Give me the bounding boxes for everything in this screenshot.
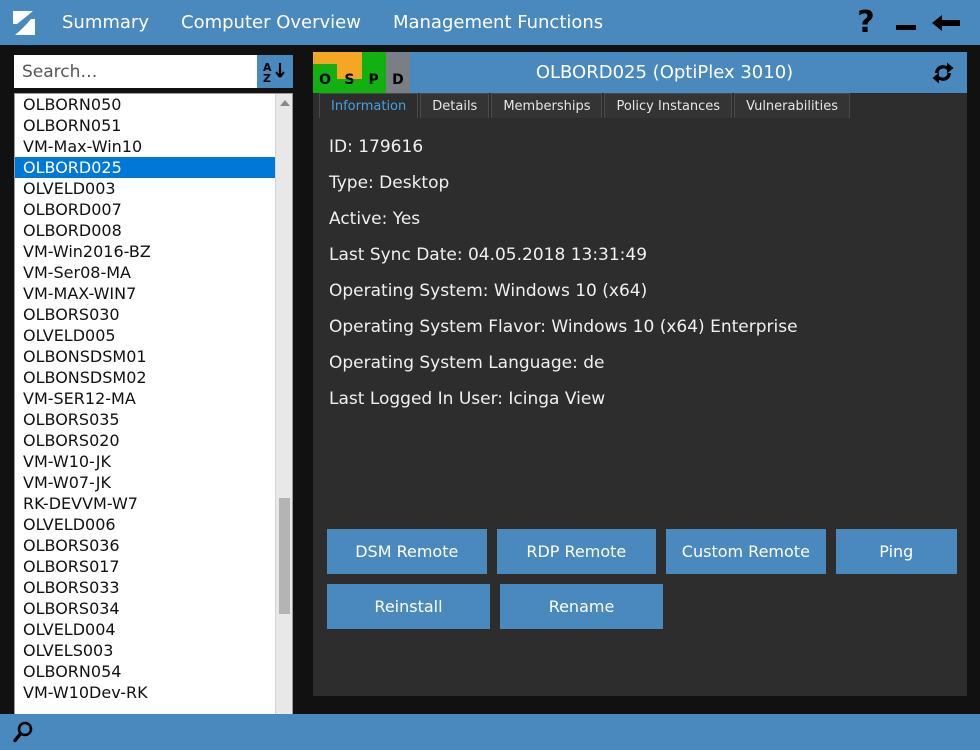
list-item[interactable]: OLBORS017	[15, 556, 277, 577]
dsm-remote-button[interactable]: DSM Remote	[327, 529, 487, 574]
list-item[interactable]: OLBONSDSM01	[15, 346, 277, 367]
search-icon	[13, 721, 33, 743]
menu-summary[interactable]: Summary	[48, 0, 165, 45]
computer-listbox[interactable]: OLBORN050 OLBORN051 VM-Max-Win10 OLBORD025 O…	[14, 93, 293, 741]
status-indicator-p: P	[361, 52, 386, 93]
list-item[interactable]: OLBONSDSM02	[15, 367, 277, 388]
sort-az-icon: A Z	[263, 61, 285, 84]
status-indicator-o: O	[313, 52, 338, 93]
status-search-button[interactable]	[12, 720, 36, 744]
list-item[interactable]: OLBORS035	[15, 409, 277, 430]
search-row: A Z	[14, 55, 293, 88]
top-menu-bar: Summary Computer Overview Management Fun…	[0, 0, 980, 45]
list-item[interactable]: VM-Ser08-MA	[15, 262, 277, 283]
scroll-up-arrow-icon[interactable]	[276, 94, 292, 111]
status-indicator-d: D	[385, 52, 410, 93]
custom-remote-button[interactable]: Custom Remote	[666, 529, 826, 574]
list-item[interactable]: OLBORN051	[15, 115, 277, 136]
info-line-6: Operating System Language: de	[329, 353, 605, 373]
window-controls: ?	[846, 0, 966, 45]
list-item[interactable]: OLBORN050	[15, 94, 277, 115]
panel-header: OSPD OLBORD025 (OptiPlex 3010)	[313, 52, 967, 93]
list-item[interactable]: OLBORD025	[15, 157, 277, 178]
status-indicator-letter: D	[392, 72, 404, 88]
list-item[interactable]: OLBORN054	[15, 661, 277, 682]
minimize-button[interactable]	[886, 0, 926, 45]
list-item[interactable]: OLBORS020	[15, 430, 277, 451]
list-item[interactable]: VM-SER12-MA	[15, 388, 277, 409]
list-item[interactable]: OLBORS034	[15, 598, 277, 619]
list-item[interactable]: OLVELD004	[15, 619, 277, 640]
menu-computer-overview[interactable]: Computer Overview	[165, 0, 377, 45]
search-input[interactable]	[14, 55, 257, 88]
list-item[interactable]: VM-W10Dev-RK	[15, 682, 277, 703]
application-window: Summary Computer Overview Management Fun…	[0, 0, 980, 750]
rdp-remote-button[interactable]: RDP Remote	[496, 529, 657, 574]
status-indicator-letter: S	[344, 72, 355, 88]
tab-details[interactable]: Details	[420, 93, 490, 118]
back-button[interactable]	[926, 0, 966, 45]
list-item[interactable]: OLBORS033	[15, 577, 277, 598]
information-fields: ID: 179616 Type: Desktop Active: Yes Last S…	[329, 136, 951, 410]
status-indicator-letter: P	[368, 72, 379, 88]
svg-text:Z: Z	[263, 72, 271, 84]
action-row-secondary: Reinstall Rename	[327, 584, 957, 629]
action-buttons: DSM Remote RDP Remote Custom Remote Ping…	[327, 529, 958, 639]
tab-memberships[interactable]: Memberships	[491, 93, 603, 118]
scrollbar-thumb[interactable]	[279, 498, 290, 614]
info-line-4: Operating System: Windows 10 (x64)	[329, 281, 648, 301]
info-line-7: Last Logged In User: Icinga View	[329, 389, 606, 409]
tab-policy-instances[interactable]: Policy Instances	[604, 93, 733, 118]
list-item[interactable]: VM-Max-Win10	[15, 136, 277, 157]
info-line-2: Active: Yes	[329, 209, 421, 229]
minimize-icon	[896, 25, 916, 30]
info-line-3: Last Sync Date: 04.05.2018 13:31:49	[329, 245, 648, 265]
menu-management-functions[interactable]: Management Functions	[377, 0, 619, 45]
action-row-primary: DSM Remote RDP Remote Custom Remote Ping	[327, 529, 958, 574]
info-line-5: Operating System Flavor: Windows 10 (x64…	[329, 317, 798, 337]
computer-list-pane: A Z OLBORN050OLBORN051VM-Max-Win10OLBORD…	[0, 45, 306, 741]
help-button[interactable]: ?	[846, 0, 886, 45]
refresh-button[interactable]	[919, 52, 967, 93]
computer-detail-pane: OSPD OLBORD025 (OptiPlex 3010) Informati…	[313, 52, 967, 696]
status-indicator-strip: OSPD	[313, 52, 410, 93]
list-item[interactable]: OLBORS030	[15, 304, 277, 325]
menu-items: Summary Computer Overview Management Fun…	[48, 0, 846, 45]
list-item[interactable]: VM-Win2016-BZ	[15, 241, 277, 262]
detail-tabstrip: Information Details Memberships Policy Inst…	[313, 93, 967, 118]
status-fill-top	[313, 52, 338, 65]
refresh-icon	[932, 62, 954, 83]
ping-button[interactable]: Ping	[835, 529, 958, 574]
list-item[interactable]: OLVELS003	[15, 640, 277, 661]
list-item[interactable]: VM-W10-JK	[15, 451, 277, 472]
list-item[interactable]: VM-MAX-WIN7	[15, 283, 277, 304]
list-item[interactable]: OLVELD005	[15, 325, 277, 346]
list-item[interactable]: OLVELD003	[15, 178, 277, 199]
list-item[interactable]: OLBORS036	[15, 535, 277, 556]
info-line-1: Type: Desktop	[329, 173, 450, 193]
list-item[interactable]: OLBORD008	[15, 220, 277, 241]
app-logo-icon	[0, 0, 48, 45]
list-item[interactable]: OLVELD006	[15, 514, 277, 535]
status-indicator-letter: O	[319, 72, 332, 88]
panel-title: OLBORD025 (OptiPlex 3010)	[535, 62, 794, 83]
list-item[interactable]: OLBORD007	[15, 199, 277, 220]
reinstall-button[interactable]: Reinstall	[327, 584, 490, 629]
status-indicator-s: S	[337, 52, 362, 93]
list-item[interactable]: RK-DEVVM-W7	[15, 493, 277, 514]
information-tab-content: ID: 179616 Type: Desktop Active: Yes Last S…	[313, 118, 967, 696]
computer-list-items: OLBORN050 OLBORN051 VM-Max-Win10 OLBORD025 O…	[15, 94, 277, 740]
sort-az-button[interactable]: A Z	[257, 55, 293, 88]
list-scrollbar[interactable]	[275, 94, 292, 740]
back-arrow-icon	[932, 14, 960, 31]
tab-vulnerabilities[interactable]: Vulnerabilities	[734, 93, 851, 118]
status-bar	[0, 714, 980, 750]
rename-button[interactable]: Rename	[500, 584, 663, 629]
tab-information[interactable]: Information	[319, 93, 419, 118]
info-line-0: ID: 179616	[329, 137, 424, 157]
list-item[interactable]: VM-W07-JK	[15, 472, 277, 493]
